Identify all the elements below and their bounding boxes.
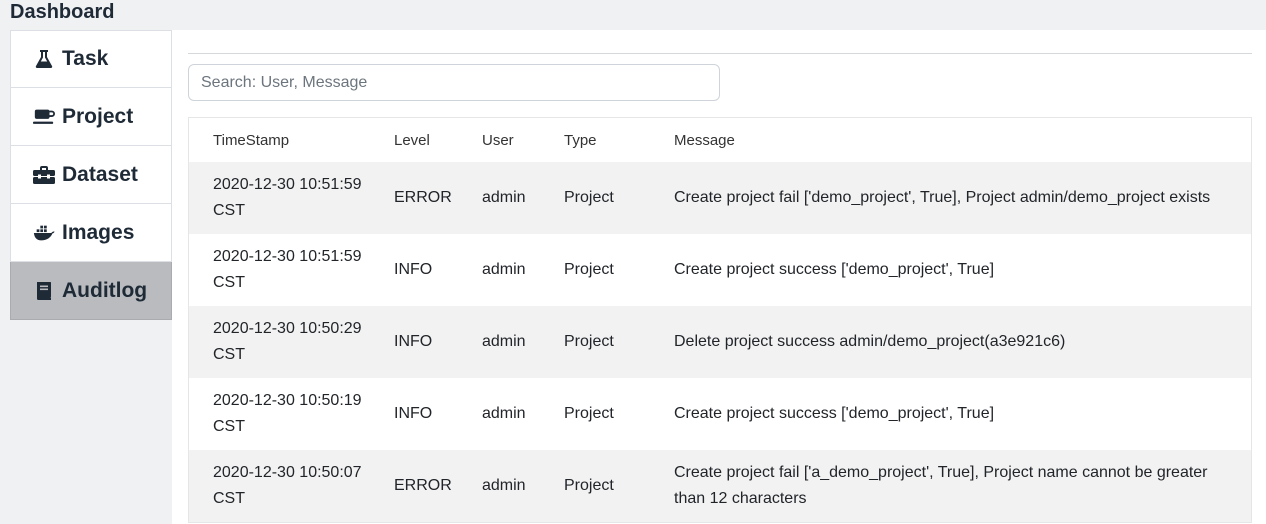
- sidebar-item-dataset[interactable]: Dataset: [10, 146, 172, 204]
- cell-timestamp: 2020-12-30 10:50:29 CST: [213, 320, 362, 363]
- cell-timestamp: 2020-12-30 10:51:59 CST: [213, 248, 362, 291]
- cell-type: Project: [564, 333, 614, 350]
- sidebar-item-label: Auditlog: [62, 278, 148, 302]
- cell-message: Create project fail ['demo_project', Tru…: [674, 189, 1211, 206]
- table-header-row: TimeStamp Level User Type Message: [189, 118, 1251, 162]
- cell-timestamp: 2020-12-30 10:51:59 CST: [213, 176, 362, 219]
- sidebar-item-label: Task: [62, 47, 109, 70]
- docker-whale-icon: [33, 222, 55, 244]
- flask-icon: [33, 48, 55, 70]
- cell-type: Project: [564, 477, 614, 494]
- search-input[interactable]: [188, 64, 720, 101]
- divider: [188, 53, 1252, 54]
- column-header-message[interactable]: Message: [650, 118, 1251, 162]
- cell-message: Create project success ['demo_project', …: [674, 405, 995, 422]
- cell-timestamp: 2020-12-30 10:50:07 CST: [213, 464, 362, 507]
- cell-message: Create project success ['demo_project', …: [674, 261, 995, 278]
- cell-user: admin: [482, 405, 526, 422]
- cell-timestamp: 2020-12-30 10:50:19 CST: [213, 392, 362, 435]
- column-header-timestamp[interactable]: TimeStamp: [189, 118, 370, 162]
- sidebar-item-task[interactable]: Task: [10, 30, 172, 88]
- sidebar-item-label: Dataset: [62, 162, 138, 186]
- table-row[interactable]: 2020-12-30 10:50:29 CST INFO admin Proje…: [189, 306, 1251, 378]
- column-header-user[interactable]: User: [458, 118, 540, 162]
- cell-user: admin: [482, 333, 526, 350]
- cell-level: ERROR: [394, 189, 452, 206]
- cell-level: INFO: [394, 261, 433, 278]
- cell-message: Delete project success admin/demo_projec…: [674, 333, 1066, 350]
- cell-type: Project: [564, 189, 614, 206]
- cell-user: admin: [482, 477, 526, 494]
- sidebar-item-images[interactable]: Images: [10, 204, 172, 262]
- sidebar-item-auditlog[interactable]: Auditlog: [10, 262, 172, 320]
- page-title: Dashboard: [10, 1, 115, 23]
- sidebar-item-project[interactable]: Project: [10, 88, 172, 146]
- table-row[interactable]: 2020-12-30 10:51:59 CST ERROR admin Proj…: [189, 162, 1251, 234]
- cell-message: Create project fail ['a_demo_project', T…: [674, 464, 1208, 507]
- cell-user: admin: [482, 189, 526, 206]
- table-row[interactable]: 2020-12-30 10:51:59 CST INFO admin Proje…: [189, 234, 1251, 306]
- cell-level: ERROR: [394, 477, 452, 494]
- cell-level: INFO: [394, 333, 433, 350]
- table-row[interactable]: 2020-12-30 10:50:19 CST INFO admin Proje…: [189, 378, 1251, 450]
- main-content: TimeStamp Level User Type Message 2020-1…: [172, 30, 1266, 524]
- column-header-level[interactable]: Level: [370, 118, 458, 162]
- cell-user: admin: [482, 261, 526, 278]
- table-row[interactable]: 2020-12-30 10:50:07 CST ERROR admin Proj…: [189, 450, 1251, 522]
- cell-type: Project: [564, 261, 614, 278]
- book-icon: [33, 280, 55, 302]
- cell-level: INFO: [394, 405, 433, 422]
- toolbox-icon: [33, 164, 55, 186]
- sidebar-item-label: Project: [62, 104, 134, 128]
- cell-type: Project: [564, 405, 614, 422]
- coffee-cup-icon: [33, 106, 55, 128]
- column-header-type[interactable]: Type: [540, 118, 650, 162]
- auditlog-table: TimeStamp Level User Type Message 2020-1…: [188, 117, 1252, 523]
- sidebar: Task Project Dataset Images Auditlog: [10, 30, 172, 320]
- sidebar-item-label: Images: [62, 220, 135, 244]
